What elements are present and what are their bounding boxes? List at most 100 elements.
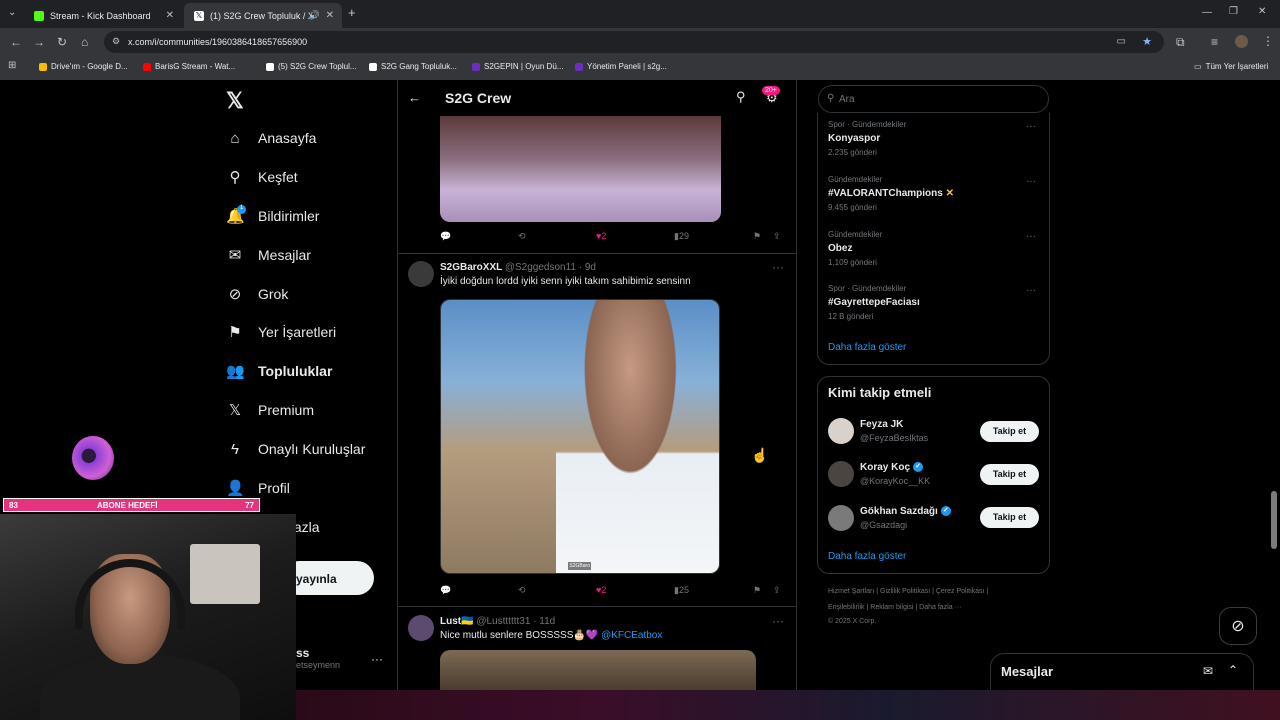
follow-show-more-link[interactable]: Daha fazla göster	[828, 551, 906, 562]
follow-button[interactable]: Takip et	[980, 464, 1039, 485]
search-icon[interactable]: ⚲	[736, 89, 746, 105]
who-to-follow-title: Kimi takip etmeli	[828, 385, 932, 400]
tab-s2g-crew[interactable]: 𝕏 (1) S2G Crew Topluluk / X 🔊 ✕	[184, 3, 342, 28]
trend-more-icon[interactable]: ···	[1026, 231, 1036, 242]
back-icon[interactable]: ←	[10, 35, 22, 49]
suggestion-name[interactable]: Feyza JK	[860, 419, 903, 430]
forward-icon[interactable]: →	[33, 35, 45, 49]
photo-subject	[556, 300, 719, 573]
trend-name[interactable]: Obez	[828, 243, 852, 254]
url-bar[interactable]: ⚙ x.com/i/communities/196038641865765690…	[104, 31, 1164, 53]
x-logo-icon[interactable]: 𝕏	[226, 88, 244, 114]
suggestion-name[interactable]: Koray Koç ✓	[860, 462, 924, 473]
cast-icon[interactable]: ▭	[1117, 36, 1126, 47]
new-message-icon[interactable]: ✉	[1203, 664, 1213, 678]
minimize-icon[interactable]: —	[1202, 7, 1212, 18]
more-options-icon[interactable]: ···	[772, 614, 784, 628]
trend-name[interactable]: #GayrettepeFaciası	[828, 297, 920, 308]
home-browser-icon[interactable]: ⌂	[81, 35, 88, 49]
mention-link[interactable]: @KFCEatbox	[601, 630, 662, 641]
retweet-icon[interactable]: ⟲	[518, 231, 526, 242]
more-options-icon[interactable]: ···	[772, 260, 784, 274]
reply-icon[interactable]: 💬	[440, 231, 451, 242]
valorant-emoji-icon: ✕	[945, 188, 954, 199]
views-button[interactable]: ▮ 25	[674, 585, 689, 596]
nav-item-bookmarks[interactable]: ⚑ Yer İşaretleri	[226, 320, 336, 344]
follow-button[interactable]: Takip et	[980, 507, 1039, 528]
reply-icon[interactable]: 💬	[440, 585, 451, 596]
tab-search-icon[interactable]: ⌄	[8, 7, 16, 18]
nav-item-verified-orgs[interactable]: ϟ Onaylı Kuruluşlar	[226, 437, 365, 461]
tweet-author[interactable]: S2GBaroXXL @S2ggedson11 · 9d	[440, 262, 596, 273]
nav-item-profile[interactable]: 👤 Profil	[226, 476, 290, 500]
nav-item-premium[interactable]: 𝕏 Premium	[226, 398, 314, 422]
scrollbar[interactable]	[1271, 491, 1277, 549]
suggestion-name-text: Koray Koç	[860, 462, 911, 473]
menu-kebab-icon[interactable]: ⋮	[1262, 34, 1274, 48]
tweet-image[interactable]	[440, 650, 756, 690]
nav-item-home[interactable]: ⌂ Anasayfa	[226, 126, 316, 150]
trend-more-icon[interactable]: ···	[1026, 285, 1036, 296]
extensions-icon[interactable]: ⧉	[1176, 35, 1185, 50]
avatar[interactable]	[408, 615, 434, 641]
trends-show-more-link[interactable]: Daha fazla göster	[828, 342, 906, 353]
tweet-author[interactable]: Lust🇺🇦 @Lustttttt31 · 11d	[440, 616, 555, 627]
account-name: ss	[296, 646, 310, 660]
bookmark-drive[interactable]: Drive'ım - Google D...	[39, 62, 128, 71]
bookmark-yonetim[interactable]: Yönetim Paneli | s2g...	[575, 62, 667, 71]
close-tab-icon[interactable]: ✕	[166, 10, 174, 21]
tab-kick-dashboard[interactable]: Stream - Kick Dashboard ✕	[24, 3, 182, 28]
grok-fab-icon[interactable]: ⊘	[1219, 607, 1257, 645]
nav-item-explore[interactable]: ⚲ Keşfet	[226, 165, 298, 189]
views-button[interactable]: ▮ 29	[674, 231, 689, 242]
nav-item-grok[interactable]: ⊘ Grok	[226, 282, 289, 306]
restore-icon[interactable]: ❐	[1229, 6, 1238, 17]
nav-item-communities[interactable]: 👥 Topluluklar	[226, 359, 332, 383]
tweet-text: İyiki doğdun lordd iyiki senn iyiki takı…	[440, 276, 691, 287]
bookmark-s2g-crew[interactable]: (5) S2G Crew Toplul...	[266, 62, 357, 71]
avatar[interactable]	[828, 505, 854, 531]
suggestion-name[interactable]: Gökhan Sazdağı ✓	[860, 506, 951, 517]
follow-button[interactable]: Takip et	[980, 421, 1039, 442]
retweet-icon[interactable]: ⟲	[518, 585, 526, 596]
speaker-icon[interactable]: 🔊	[309, 10, 320, 21]
bookmark-youtube[interactable]: BarisG Stream - Wat...	[143, 62, 235, 71]
account-menu-icon[interactable]: ···	[371, 652, 383, 666]
like-count: 2	[601, 231, 607, 241]
like-button[interactable]: ♥ 2	[596, 231, 606, 241]
avatar[interactable]	[828, 418, 854, 444]
star-icon[interactable]: ★	[1142, 35, 1152, 48]
suggestion-handle: @Gsazdagi	[860, 520, 908, 530]
trend-name[interactable]: #VALORANTChampions ✕	[828, 188, 954, 199]
bookmark-s2g-gang[interactable]: S2G Gang Topluluk...	[369, 62, 457, 71]
apps-grid-icon[interactable]: ⊞	[8, 60, 16, 71]
close-tab-icon[interactable]: ✕	[326, 10, 334, 21]
media-icon[interactable]: ≡	[1211, 35, 1218, 49]
search-icon: ⚲	[229, 169, 241, 186]
search-input[interactable]: ⚲ Ara	[818, 85, 1049, 113]
share-icon[interactable]: ⇪	[773, 231, 781, 242]
avatar[interactable]	[408, 261, 434, 287]
avatar[interactable]	[828, 461, 854, 487]
profile-avatar-icon[interactable]	[1235, 35, 1248, 48]
trend-more-icon[interactable]: ···	[1026, 176, 1036, 187]
site-info-icon[interactable]: ⚙	[112, 36, 120, 47]
all-bookmarks[interactable]: ▭ Tüm Yer İşaretleri	[1194, 62, 1268, 71]
tweet-image[interactable]	[440, 116, 721, 222]
bookmark-s2gepin[interactable]: S2GEPIN | Oyun Dü...	[472, 62, 563, 71]
like-button[interactable]: ♥ 2	[596, 585, 606, 595]
window-close-icon[interactable]: ✕	[1258, 6, 1266, 17]
reload-icon[interactable]: ↻	[57, 35, 67, 49]
footer-links[interactable]: Erişilebilirlik | Reklam bilgisi | Daha …	[828, 604, 962, 611]
new-tab-icon[interactable]: +	[348, 5, 356, 20]
trend-more-icon[interactable]: ···	[1026, 121, 1036, 132]
trend-name[interactable]: Konyaspor	[828, 133, 880, 144]
share-icon[interactable]: ⇪	[773, 585, 781, 596]
footer-links[interactable]: Hizmet Şartları | Gizlilik Politikası | …	[828, 588, 988, 595]
expand-icon[interactable]: ⌃	[1228, 663, 1238, 677]
back-arrow-icon[interactable]: ←	[408, 90, 421, 105]
bookmark-icon[interactable]: ⚑	[753, 585, 761, 596]
nav-item-messages[interactable]: ✉ Mesajlar	[226, 243, 311, 267]
bookmark-icon[interactable]: ⚑	[753, 231, 761, 242]
tweet-image[interactable]: S2GBaro	[440, 299, 720, 574]
